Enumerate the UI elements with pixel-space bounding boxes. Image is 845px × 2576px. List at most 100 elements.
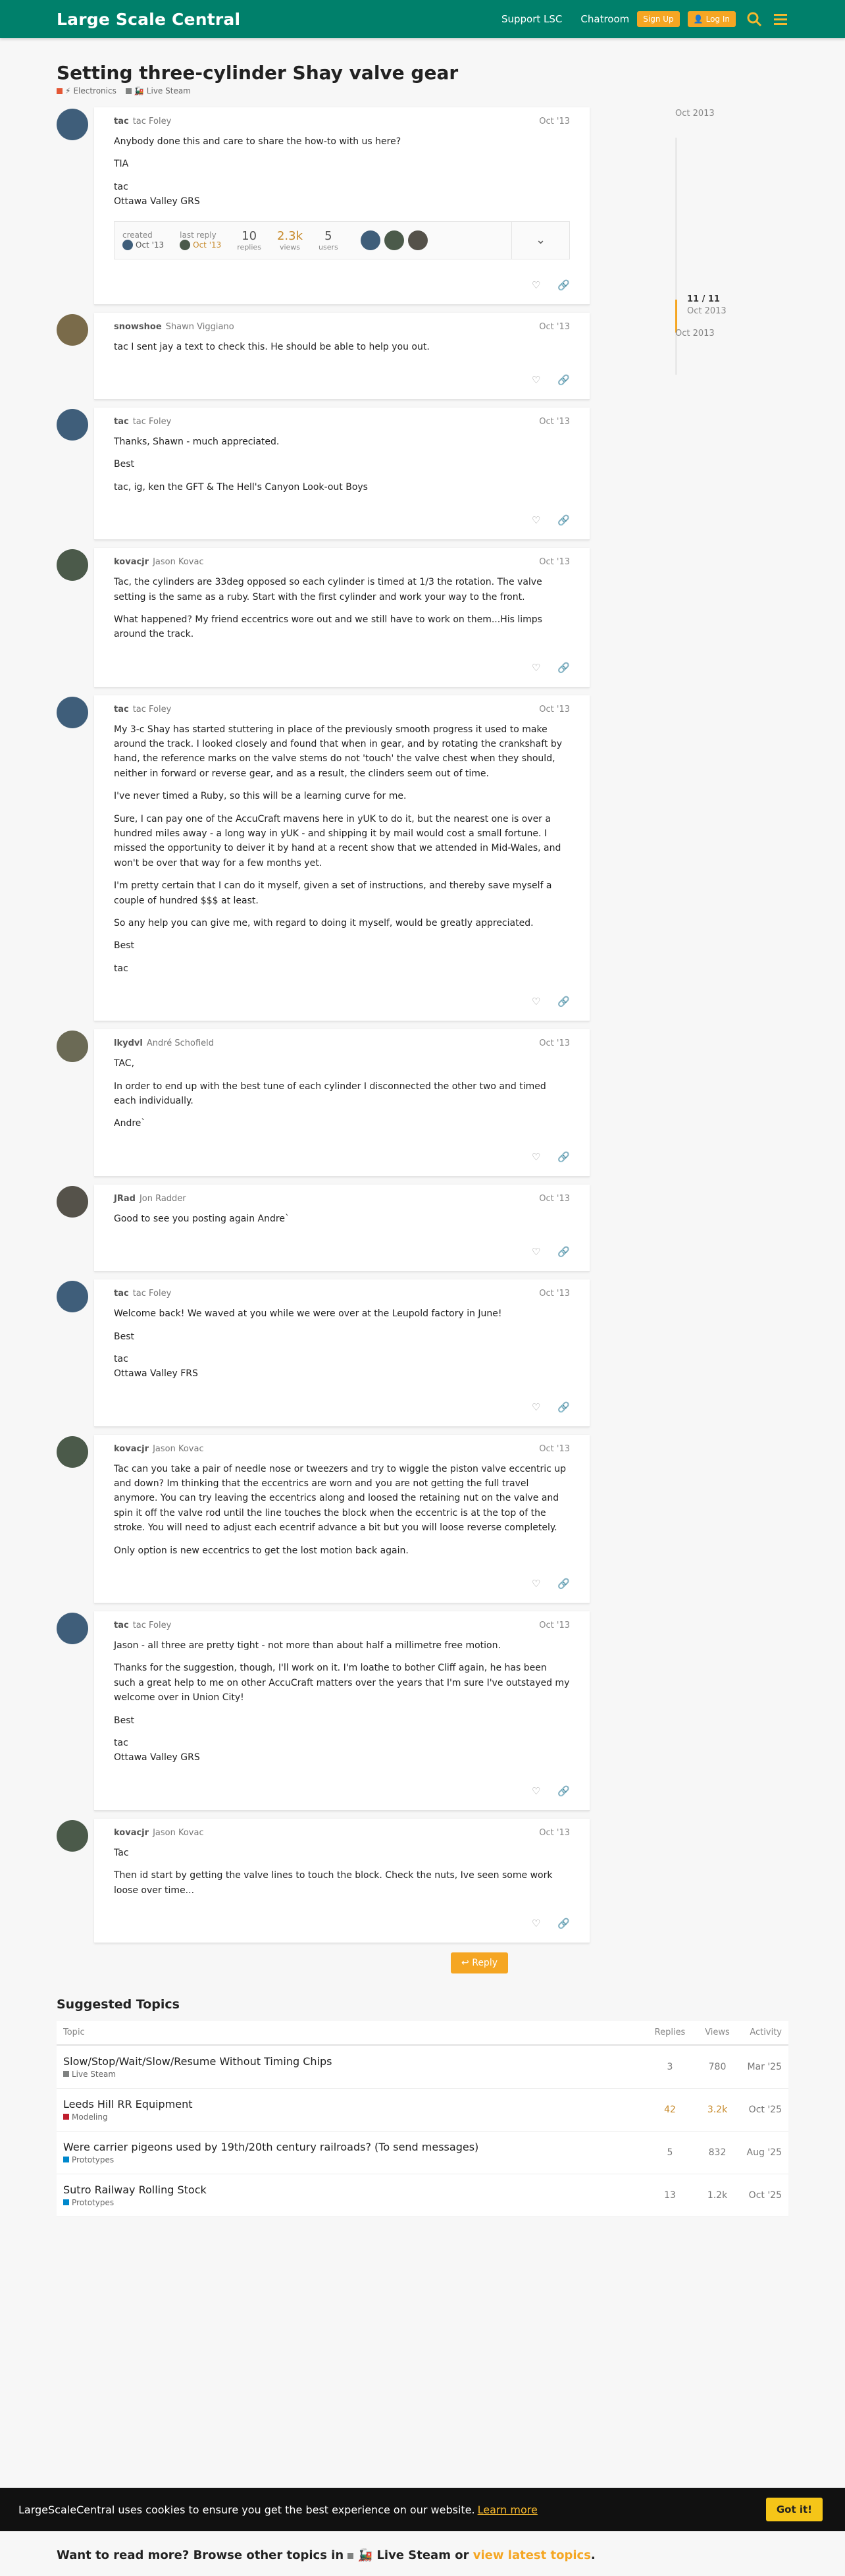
- post-date[interactable]: Oct '13: [539, 1621, 570, 1630]
- like-icon[interactable]: ♡: [532, 996, 540, 1007]
- link-icon[interactable]: 🔗: [557, 1918, 570, 1929]
- search-icon[interactable]: [746, 11, 762, 27]
- activity-date[interactable]: Oct '25: [741, 2190, 782, 2201]
- link-icon[interactable]: 🔗: [557, 1785, 570, 1797]
- link-icon[interactable]: 🔗: [557, 374, 570, 386]
- avatar[interactable]: [57, 408, 88, 441]
- topic-link[interactable]: Sutro Railway Rolling Stock: [63, 2184, 646, 2196]
- topic-link[interactable]: Slow/Stop/Wait/Slow/Resume Without Timin…: [63, 2055, 646, 2068]
- activity-date[interactable]: Aug '25: [741, 2147, 782, 2158]
- post-date[interactable]: Oct '13: [539, 1289, 570, 1299]
- col-views[interactable]: Views: [694, 2027, 741, 2037]
- link-icon[interactable]: 🔗: [557, 514, 570, 526]
- avatar[interactable]: [360, 230, 380, 250]
- username[interactable]: kovacjr: [114, 557, 149, 567]
- table-row[interactable]: Slow/Stop/Wait/Slow/Resume Without Timin…: [57, 2046, 788, 2089]
- col-replies[interactable]: Replies: [646, 2027, 694, 2037]
- username[interactable]: JRad: [114, 1194, 136, 1204]
- like-icon[interactable]: ♡: [532, 1578, 540, 1590]
- like-icon[interactable]: ♡: [532, 514, 540, 526]
- activity-date[interactable]: Oct '25: [741, 2105, 782, 2115]
- chatroom-link[interactable]: Chatroom: [580, 13, 629, 25]
- avatar[interactable]: [57, 696, 88, 728]
- avatar[interactable]: [57, 1819, 88, 1852]
- latest-topics-link[interactable]: view latest topics: [473, 2548, 591, 2562]
- username[interactable]: kovacjr: [114, 1828, 149, 1838]
- link-icon[interactable]: 🔗: [557, 1246, 570, 1258]
- like-icon[interactable]: ♡: [532, 1151, 540, 1163]
- post-date[interactable]: Oct '13: [539, 1194, 570, 1204]
- category-live-steam[interactable]: 🚂 Live Steam: [125, 86, 191, 95]
- post-date[interactable]: Oct '13: [539, 1828, 570, 1838]
- like-icon[interactable]: ♡: [532, 1785, 540, 1797]
- post-date[interactable]: Oct '13: [539, 1038, 570, 1048]
- col-activity[interactable]: Activity: [741, 2027, 782, 2037]
- topic-link[interactable]: Leeds Hill RR Equipment: [63, 2098, 646, 2110]
- learn-more-link[interactable]: Learn more: [478, 2504, 538, 2516]
- reply-button[interactable]: ↩ Reply: [451, 1952, 508, 1973]
- topic-category[interactable]: Live Steam: [63, 2070, 646, 2079]
- like-icon[interactable]: ♡: [532, 1246, 540, 1258]
- post-date[interactable]: Oct '13: [539, 322, 570, 332]
- avatar[interactable]: [384, 230, 404, 250]
- topic-category[interactable]: Prototypes: [63, 2155, 646, 2164]
- avatar[interactable]: [57, 109, 88, 140]
- post-date[interactable]: Oct '13: [539, 705, 570, 714]
- timeline-end-date[interactable]: Oct 2013: [675, 329, 715, 338]
- timeline-scrollbar[interactable]: [675, 138, 677, 375]
- table-row[interactable]: Sutro Railway Rolling Stock Prototypes 13 1…: [57, 2174, 788, 2217]
- link-icon[interactable]: 🔗: [557, 279, 570, 291]
- last-reply-cell[interactable]: last reply Oct '13: [180, 230, 221, 250]
- site-logo[interactable]: Large Scale Central: [57, 10, 240, 29]
- avatar[interactable]: [57, 1185, 88, 1218]
- link-icon[interactable]: 🔗: [557, 1401, 570, 1413]
- avatar[interactable]: [57, 1031, 88, 1063]
- login-button[interactable]: 👤 Log In: [687, 11, 736, 27]
- username[interactable]: tac: [114, 705, 129, 714]
- topic-link[interactable]: Were carrier pigeons used by 19th/20th c…: [63, 2141, 646, 2153]
- username[interactable]: tac: [114, 1621, 129, 1630]
- category-electronics[interactable]: ⚡ Electronics: [57, 86, 116, 95]
- topic-category[interactable]: Prototypes: [63, 2198, 646, 2207]
- support-link[interactable]: Support LSC: [501, 13, 562, 25]
- table-row[interactable]: Were carrier pigeons used by 19th/20th c…: [57, 2132, 788, 2174]
- like-icon[interactable]: ♡: [532, 1918, 540, 1929]
- username[interactable]: tac: [114, 417, 129, 427]
- hamburger-menu-icon[interactable]: [773, 11, 788, 27]
- avatar[interactable]: [57, 1281, 88, 1313]
- timeline-handle[interactable]: [675, 300, 677, 333]
- cookie-accept-button[interactable]: Got it!: [765, 2498, 823, 2521]
- avatar[interactable]: [57, 1436, 88, 1468]
- like-icon[interactable]: ♡: [532, 662, 540, 674]
- link-icon[interactable]: 🔗: [557, 996, 570, 1007]
- topic-title[interactable]: Setting three-cylinder Shay valve gear: [57, 62, 788, 84]
- table-row[interactable]: Leeds Hill RR Equipment Modeling 42 3.2k Oct…: [57, 2089, 788, 2132]
- post-date[interactable]: Oct '13: [539, 117, 570, 126]
- username[interactable]: tac: [114, 1289, 129, 1299]
- link-icon[interactable]: 🔗: [557, 662, 570, 674]
- like-icon[interactable]: ♡: [532, 1401, 540, 1413]
- chevron-down-icon[interactable]: ⌄: [511, 221, 569, 259]
- link-icon[interactable]: 🔗: [557, 1151, 570, 1163]
- post-date[interactable]: Oct '13: [539, 1444, 570, 1454]
- avatar[interactable]: [407, 230, 428, 250]
- post-date[interactable]: Oct '13: [539, 417, 570, 427]
- topic-timeline[interactable]: Oct 2013 11 / 11 Oct 2013 Oct 2013: [675, 109, 788, 1951]
- username[interactable]: tac: [114, 117, 129, 126]
- username[interactable]: lkydvl: [114, 1038, 143, 1048]
- avatar[interactable]: [57, 313, 88, 346]
- browse-category-link[interactable]: Live Steam: [376, 2548, 451, 2562]
- activity-date[interactable]: Mar '25: [741, 2062, 782, 2072]
- username[interactable]: snowshoe: [114, 322, 162, 332]
- signup-button[interactable]: Sign Up: [637, 11, 680, 27]
- link-icon[interactable]: 🔗: [557, 1578, 570, 1590]
- avatar[interactable]: [57, 549, 88, 581]
- timeline-start-date[interactable]: Oct 2013: [675, 109, 715, 119]
- like-icon[interactable]: ♡: [532, 279, 540, 291]
- like-icon[interactable]: ♡: [532, 374, 540, 386]
- username[interactable]: kovacjr: [114, 1444, 149, 1454]
- post-date[interactable]: Oct '13: [539, 557, 570, 567]
- post-meta: tac tac Foley Oct '13: [114, 117, 570, 126]
- topic-category[interactable]: Modeling: [63, 2112, 646, 2122]
- avatar[interactable]: [57, 1613, 88, 1645]
